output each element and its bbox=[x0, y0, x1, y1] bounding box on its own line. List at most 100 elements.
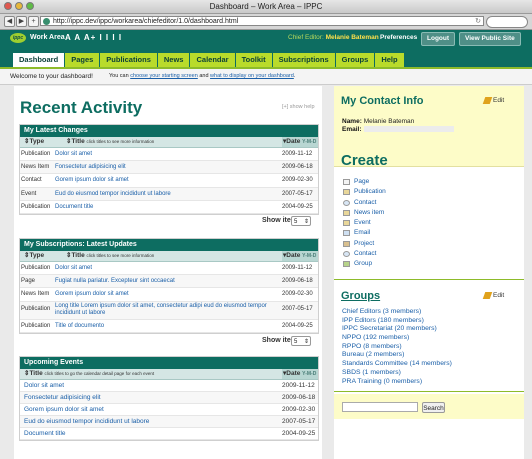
table-header: ⇕Title click titles to go the calendar d… bbox=[20, 369, 318, 380]
row-date: 2009-02-30 bbox=[282, 177, 313, 184]
table-row: Publication Dolor sit amet 2009-11-12 bbox=[20, 262, 318, 276]
row-title[interactable]: Title of documento bbox=[55, 320, 104, 332]
row-title[interactable]: Document title bbox=[55, 201, 93, 213]
edit-groups-link[interactable]: Edit bbox=[482, 292, 504, 299]
tab-toolkit[interactable]: Toolkit bbox=[235, 53, 272, 67]
tab-news[interactable]: News bbox=[157, 53, 190, 67]
create-item-label: Page bbox=[354, 178, 370, 185]
close-window-button[interactable] bbox=[4, 2, 12, 10]
row-title[interactable]: Long title Lorem ipsum dolor sit amet, c… bbox=[55, 303, 275, 318]
create-email-link[interactable]: Email bbox=[342, 228, 386, 238]
row-title[interactable]: Gorem ipsum dolor sit amet bbox=[55, 288, 129, 300]
column-title[interactable]: ⇕Title click titles to go the calendar d… bbox=[24, 369, 154, 379]
tab-dashboard[interactable]: Dashboard bbox=[13, 53, 65, 67]
create-item-label: Group bbox=[354, 260, 373, 268]
back-button[interactable]: ◀ bbox=[4, 16, 15, 27]
row-title[interactable]: Eud do eiusmod tempor incididunt ut labo… bbox=[24, 416, 149, 427]
column-title[interactable]: ⇕Title click titles to see more informat… bbox=[66, 137, 154, 147]
table-row: Fonsectetur adipisicing elit 2009-06-18 bbox=[20, 392, 318, 404]
column-title-hint: click titles to see more information bbox=[86, 253, 155, 258]
latest-changes-panel: My Latest Changes ⇕Type ⇕Title click tit… bbox=[19, 124, 319, 215]
search-button[interactable]: Search bbox=[422, 402, 445, 413]
row-title[interactable]: Gorem ipsum dolor sit amet bbox=[24, 404, 104, 415]
group-link[interactable]: PRA Training (0 members) bbox=[342, 378, 452, 387]
row-title[interactable]: Dolor sit amet bbox=[24, 380, 64, 391]
name-label: Name: bbox=[342, 118, 362, 125]
row-date: 2007-05-17 bbox=[282, 190, 313, 197]
column-title[interactable]: ⇕Title click titles to see more informat… bbox=[66, 251, 154, 261]
font-size-controls[interactable]: A A A+ I I I I bbox=[65, 30, 122, 46]
create-event-link[interactable]: Event bbox=[342, 218, 386, 228]
forward-button[interactable]: ▶ bbox=[16, 16, 27, 27]
create-contact-link[interactable]: Contact bbox=[342, 198, 386, 208]
page-icon bbox=[343, 179, 350, 185]
row-title[interactable]: Fonsectetur adipisicing elit bbox=[24, 392, 101, 403]
user-role: Chief Editor: Melanie Bateman bbox=[288, 30, 379, 46]
tab-calendar[interactable]: Calendar bbox=[190, 53, 235, 67]
subscriptions-count-select[interactable]: 5 bbox=[291, 336, 311, 347]
dashboard-display-link[interactable]: what to display on your dashboard bbox=[210, 73, 294, 79]
edit-contact-link[interactable]: Edit bbox=[482, 97, 504, 104]
latest-changes-count-select[interactable]: 5 bbox=[291, 216, 311, 227]
column-date[interactable]: ▾Date Y-M-D bbox=[282, 369, 318, 379]
column-title-hint: click titles to see more information bbox=[86, 139, 155, 144]
column-date[interactable]: ▾Date Y-M-D bbox=[282, 137, 318, 147]
add-bookmark-button[interactable]: + bbox=[28, 16, 39, 27]
create-page-link[interactable]: Page bbox=[342, 177, 386, 187]
create-group-link[interactable]: Group bbox=[342, 259, 386, 269]
group-link[interactable]: Bureau (2 members) bbox=[342, 351, 452, 360]
browser-search-field[interactable] bbox=[486, 16, 528, 28]
view-public-site-button[interactable]: View Public Site bbox=[459, 32, 521, 46]
column-type[interactable]: ⇕Type bbox=[24, 137, 44, 147]
column-date-label: Date bbox=[286, 138, 301, 145]
column-date-label: Date bbox=[286, 252, 301, 259]
tab-pages[interactable]: Pages bbox=[65, 53, 100, 67]
row-title[interactable]: Gorem ipsum dolor sit amet bbox=[55, 174, 129, 186]
preferences-link[interactable]: Preferences bbox=[380, 30, 417, 46]
groups-title[interactable]: Groups bbox=[341, 290, 380, 302]
row-date: 2009-11-12 bbox=[282, 151, 313, 157]
column-type[interactable]: ⇕Type bbox=[24, 251, 44, 261]
ippc-logo[interactable]: ippc bbox=[10, 33, 26, 43]
browser-toolbar: ◀ ▶ + http://ippc.dev/ippc/workarea/chie… bbox=[0, 14, 532, 30]
column-title-label: Title bbox=[29, 370, 43, 377]
create-publication-link[interactable]: Publication bbox=[342, 187, 386, 197]
row-title[interactable]: Eud do eiusmod tempor incididunt ut labo… bbox=[55, 188, 171, 200]
group-link[interactable]: IPP Editors (180 members) bbox=[342, 317, 452, 326]
zoom-window-button[interactable] bbox=[26, 2, 34, 10]
tab-help[interactable]: Help bbox=[375, 53, 404, 67]
tab-groups[interactable]: Groups bbox=[335, 53, 375, 67]
reload-icon[interactable]: ↻ bbox=[475, 17, 481, 27]
address-bar[interactable]: http://ippc.dev/ippc/workarea/chiefedito… bbox=[40, 16, 484, 26]
group-link[interactable]: RPPO (8 members) bbox=[342, 343, 452, 352]
row-title[interactable]: Dolor sit amet bbox=[55, 262, 92, 274]
create-news-item-link[interactable]: News item bbox=[342, 208, 386, 218]
create-project-link[interactable]: Project bbox=[342, 239, 386, 249]
column-date-hint: Y-M-D bbox=[302, 139, 317, 145]
minimize-window-button[interactable] bbox=[15, 2, 23, 10]
events-rows: Dolor sit amet 2009-11-12 Fonsectetur adip… bbox=[20, 380, 318, 440]
table-row: Publication Dolor sit amet 2009-11-12 bbox=[20, 148, 318, 162]
tab-publications[interactable]: Publications bbox=[100, 53, 157, 67]
table-row: Publication Document title 2004-09-25 bbox=[20, 201, 318, 214]
row-type: Contact bbox=[21, 177, 42, 184]
row-title[interactable]: Dolor sit amet bbox=[55, 148, 92, 160]
row-title[interactable]: Document title bbox=[24, 428, 66, 439]
show-help-link[interactable]: [+] show help bbox=[282, 104, 315, 110]
group-link[interactable]: Chief Editors (3 members) bbox=[342, 308, 452, 317]
group-link[interactable]: NPPO (192 members) bbox=[342, 334, 452, 343]
panel-title: My Latest Changes bbox=[20, 125, 318, 137]
group-link[interactable]: IPPC Secretariat (20 members) bbox=[342, 325, 452, 334]
group-link[interactable]: SBDS (1 members) bbox=[342, 369, 452, 378]
row-type: Event bbox=[21, 190, 37, 197]
create-contact-link[interactable]: Contact bbox=[342, 249, 386, 259]
choose-start-screen-link[interactable]: choose your starting screen bbox=[130, 73, 198, 79]
page-title: Recent Activity bbox=[20, 98, 143, 117]
row-title[interactable]: Fonsectetur adipisicing elit bbox=[55, 161, 126, 173]
group-link[interactable]: Standards Committee (14 members) bbox=[342, 360, 452, 369]
search-input[interactable] bbox=[342, 402, 418, 412]
column-date[interactable]: ▾Date Y-M-D bbox=[282, 251, 318, 261]
logout-button[interactable]: Logout bbox=[421, 32, 456, 46]
row-title[interactable]: Fugiat nulla pariatur. Excepteur sint oc… bbox=[55, 275, 175, 287]
tab-subscriptions[interactable]: Subscriptions bbox=[272, 53, 335, 67]
